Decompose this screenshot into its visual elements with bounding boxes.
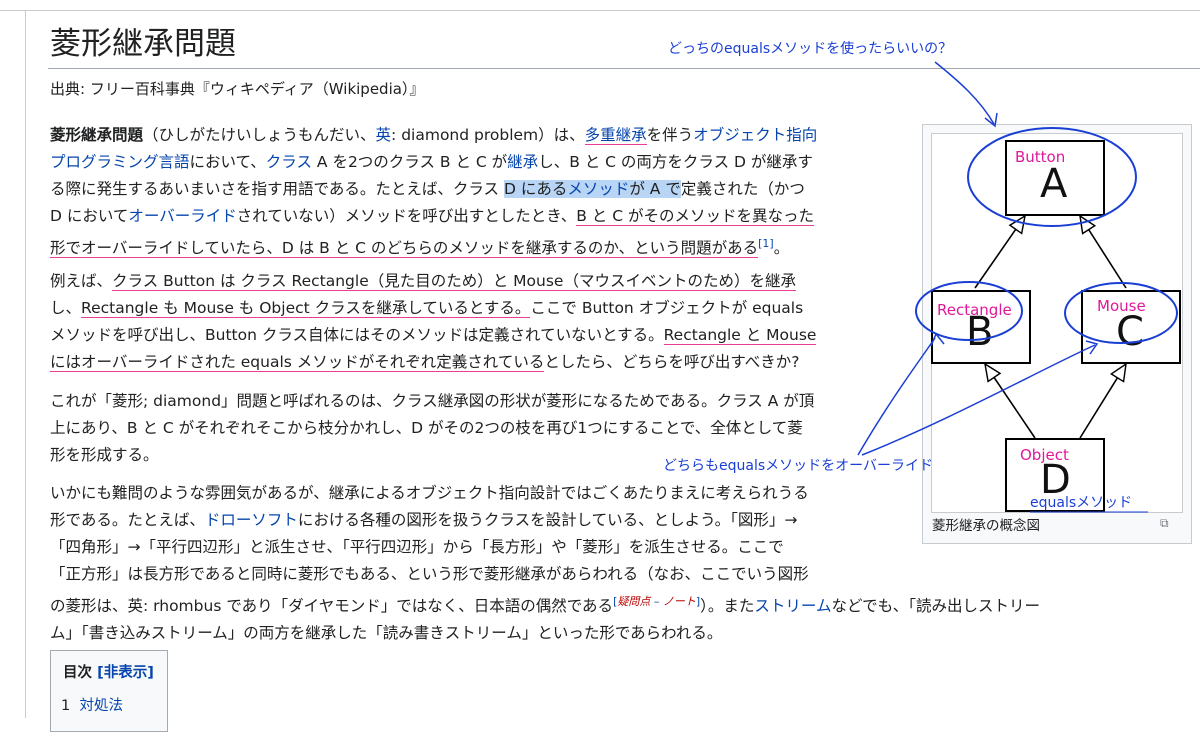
annotation-overlay	[857, 61, 1178, 513]
ellipse-c	[1064, 282, 1178, 344]
ellipse-b	[915, 281, 1023, 341]
question-arrow	[934, 61, 995, 125]
override-line-b	[857, 337, 936, 456]
ellipse-a	[967, 127, 1137, 227]
override-line-c	[861, 344, 1096, 456]
